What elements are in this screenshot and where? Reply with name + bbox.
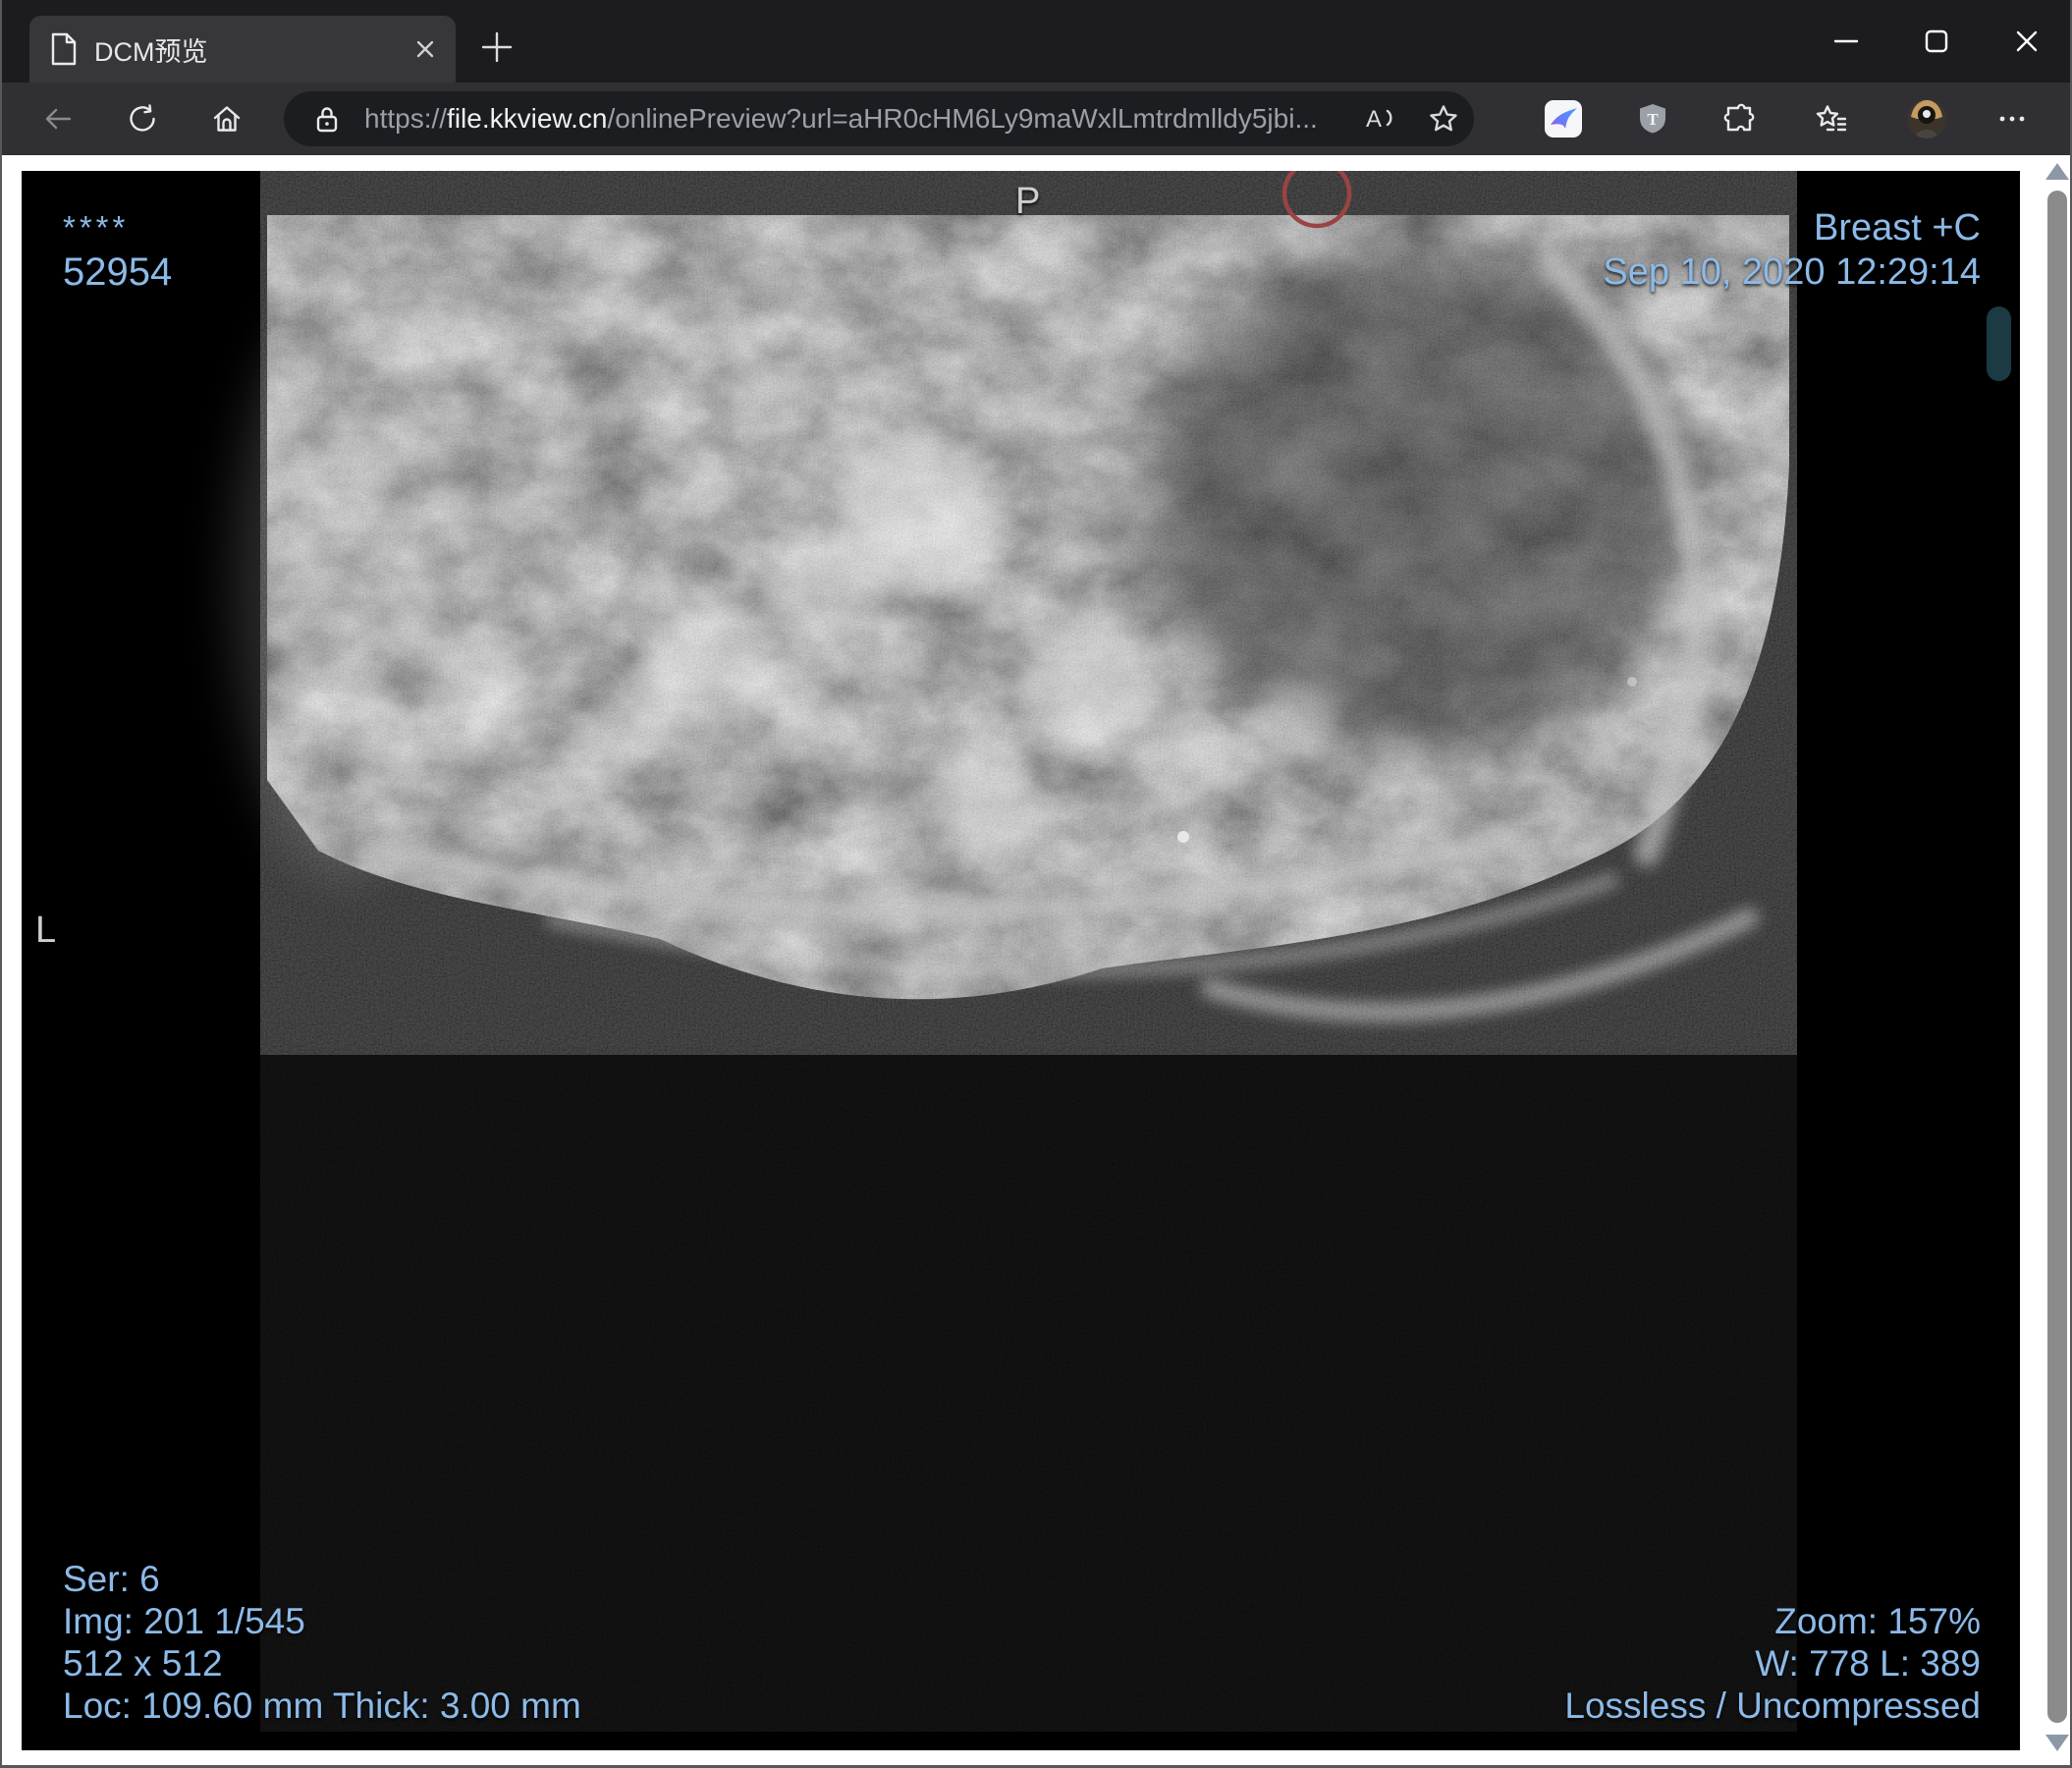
close-icon [2016, 30, 2038, 52]
tab-close-icon[interactable] [412, 36, 438, 62]
page-body: **** 52954 Breast +C Sep 10, 2020 12:29:… [0, 155, 2072, 1768]
address-bar-actions: A [1362, 91, 1460, 146]
window-level: W: 778 L: 389 [1755, 1643, 1981, 1684]
patient-number: 52954 [63, 250, 173, 294]
favorites-list-icon[interactable] [1815, 102, 1848, 136]
mri-image [22, 171, 2020, 1750]
overlay-bottom-left: Ser: 6 Img: 201 1/545 512 x 512 Loc: 109… [63, 1558, 581, 1727]
zoom-level: Zoom: 157% [1774, 1601, 1981, 1641]
window-controls [1830, 0, 2043, 83]
puzzle-icon[interactable] [1722, 102, 1756, 136]
svg-text:T: T [1647, 110, 1659, 129]
toolbar-divider [0, 83, 2, 116]
plus-icon [481, 31, 513, 63]
browser-titlebar: DCM预览 [0, 0, 2072, 83]
new-tab-button[interactable] [479, 29, 515, 65]
overlay-top-left: **** 52954 [63, 210, 172, 299]
back-arrow-icon[interactable] [41, 102, 75, 136]
overlay-top-right: Breast +C Sep 10, 2020 12:29:14 [1603, 206, 1981, 295]
lock-icon[interactable] [313, 104, 341, 134]
browser-tab[interactable]: DCM预览 [29, 16, 456, 83]
image-index: Img: 201 1/545 [63, 1601, 305, 1641]
dicom-canvas[interactable]: **** 52954 Breast +C Sep 10, 2020 12:29:… [22, 171, 2020, 1750]
star-icon[interactable] [1427, 102, 1460, 136]
minimize-button[interactable] [1830, 26, 1862, 57]
series-number: Ser: 6 [63, 1559, 160, 1599]
tampermonkey-shield-icon[interactable]: T [1635, 101, 1670, 137]
overlay-bottom-right: Zoom: 157% W: 778 L: 389 Lossless / Unco… [1564, 1600, 1981, 1727]
ellipsis-icon[interactable] [1995, 110, 2029, 128]
scrollbar-up-arrow-icon[interactable] [2045, 163, 2069, 180]
refresh-icon[interactable] [126, 102, 159, 136]
maximize-button[interactable] [1921, 26, 1952, 57]
study-description: Breast +C [1813, 207, 1981, 249]
orientation-marker-posterior: P [1015, 181, 1041, 222]
close-window-button[interactable] [2011, 26, 2043, 57]
minimize-icon [1833, 39, 1859, 43]
thunder-bird-extension-icon[interactable] [1544, 99, 1583, 138]
patient-id-masked: **** [63, 209, 130, 246]
matrix-size: 512 x 512 [63, 1643, 223, 1684]
url-path: /onlinePreview?url=aHR0cHM6Ly9maWxlLmtrd… [607, 103, 1318, 134]
image-stack-scrollbar-thumb[interactable] [1987, 306, 2011, 381]
maximize-icon [1925, 29, 1948, 53]
scrollbar-down-arrow-icon[interactable] [2045, 1735, 2069, 1751]
tab-title: DCM预览 [94, 36, 208, 67]
url-text: https://file.kkview.cn/onlinePreview?url… [364, 103, 1346, 135]
url-scheme: https:// [364, 103, 448, 134]
url-host: file.kkview.cn [447, 103, 608, 134]
orientation-marker-left: L [35, 910, 57, 951]
compression-info: Lossless / Uncompressed [1564, 1685, 1981, 1726]
avatar[interactable] [1907, 99, 1946, 138]
study-datetime: Sep 10, 2020 12:29:14 [1603, 251, 1981, 293]
browser-toolbar: https://file.kkview.cn/onlinePreview?url… [0, 83, 2072, 155]
home-icon[interactable] [210, 102, 244, 136]
address-bar[interactable]: https://file.kkview.cn/onlinePreview?url… [284, 91, 1474, 146]
read-aloud-icon[interactable]: A [1362, 101, 1397, 137]
scrollbar-thumb[interactable] [2047, 191, 2067, 1723]
svg-text:A: A [1366, 106, 1382, 133]
document-icon [51, 32, 77, 66]
slice-location: Loc: 109.60 mm Thick: 3.00 mm [63, 1685, 581, 1726]
